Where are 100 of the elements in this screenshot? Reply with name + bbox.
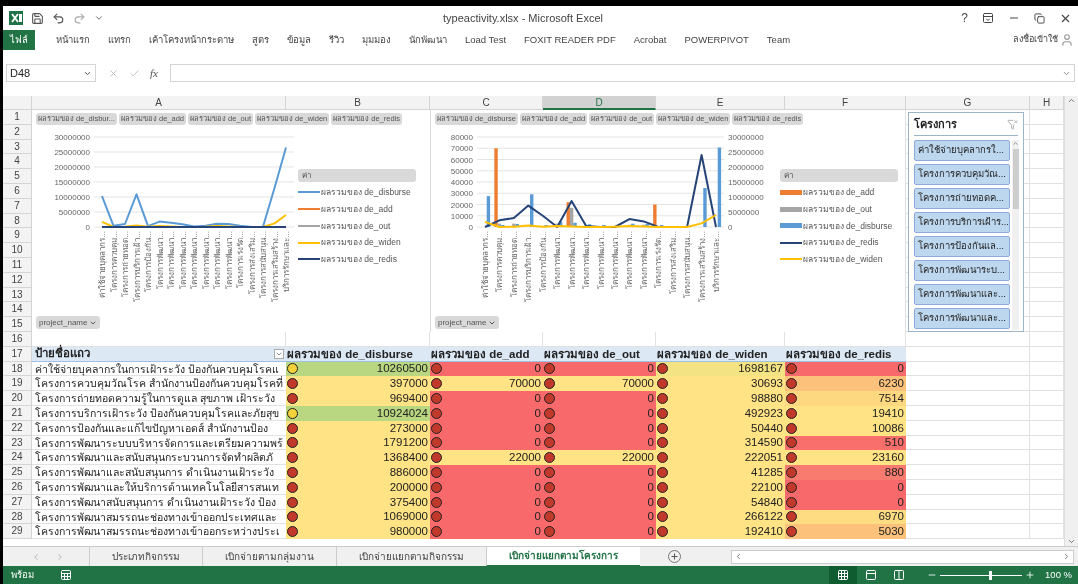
column-header-text: ผลรวมของ de_redis bbox=[785, 346, 906, 362]
column-header-text: ผลรวมของ de_out bbox=[543, 346, 656, 362]
window-title: typeactivity.xlsx - Microsoft Excel bbox=[443, 10, 603, 26]
category-label: โครงการพัฒนา... bbox=[639, 231, 649, 289]
cell-value: 7514 bbox=[878, 390, 904, 406]
cell-value: 10260500 bbox=[376, 361, 428, 377]
category-label: โครงการพัฒนา... bbox=[553, 231, 563, 289]
axis-tick-label: 15000000 bbox=[728, 178, 764, 187]
cell-value: 0 bbox=[647, 390, 654, 406]
cell-value: 0 bbox=[647, 435, 654, 451]
cell-value: 969400 bbox=[389, 390, 428, 406]
axis-tick-label: 80000 bbox=[450, 133, 473, 142]
cell-value: 0 bbox=[534, 479, 541, 495]
legend-label: ผลรวมของ de_redis bbox=[321, 253, 397, 266]
axis-tick-label: 0 bbox=[468, 223, 473, 232]
category-label: โครงการถ่ายทอด... bbox=[509, 231, 519, 297]
cell-value: 0 bbox=[647, 524, 654, 540]
axis-tick-label: 10000000 bbox=[54, 193, 90, 202]
column-header-text: ผลรวมของ de_widen bbox=[656, 346, 785, 362]
axis-tick-label: 20000 bbox=[450, 200, 473, 210]
category-label: โครงการถ่ายทอด... bbox=[121, 231, 130, 297]
category-label: โครงการพัฒนา... bbox=[213, 231, 222, 289]
category-label: โครงการพัฒนา... bbox=[567, 231, 577, 289]
cell-value: 397000 bbox=[389, 376, 428, 392]
legend-label: ผลรวมของ de_out bbox=[802, 202, 872, 216]
axis-tick-label: 5000000 bbox=[728, 208, 760, 217]
cell-value: 314590 bbox=[744, 435, 783, 451]
category-label: โครงการพัฒนา... bbox=[201, 231, 211, 289]
cell-value: 22000 bbox=[622, 450, 654, 466]
axis-tick-label: 10000000 bbox=[728, 193, 764, 202]
cell-value: 510 bbox=[884, 435, 904, 451]
axis-tick-label: 30000000 bbox=[728, 133, 764, 142]
cell-value: 0 bbox=[647, 361, 654, 377]
category-label: โครงการพัฒนา... bbox=[224, 231, 234, 289]
category-label: โครงการพัฒนา... bbox=[190, 231, 199, 289]
cell-value: 0 bbox=[647, 405, 654, 421]
category-label: ค่าใช้จ่ายบุคลากร... bbox=[481, 231, 490, 298]
cell-value: 10924024 bbox=[376, 405, 428, 421]
category-label: โครงการบริการเฝ้า... bbox=[132, 231, 142, 302]
legend-label: ผลรวมของ de_disburse bbox=[802, 219, 893, 233]
legend-label: ผลรวมของ de_widen bbox=[321, 236, 401, 249]
category-label: โครงการเสริมสร้าง... bbox=[270, 231, 280, 302]
cell-value: 22000 bbox=[509, 450, 541, 466]
category-label: โครงการเสริมสร้าง... bbox=[697, 231, 707, 302]
cell-value: 0 bbox=[647, 494, 654, 510]
cell-value: 0 bbox=[897, 494, 904, 510]
cell-value: 0 bbox=[534, 361, 541, 377]
cell-value: 0 bbox=[534, 420, 541, 436]
cell-value: 70000 bbox=[622, 376, 654, 392]
column-header-text: ผลรวมของ de_disburse bbox=[286, 346, 430, 362]
axis-tick-label: 60000 bbox=[450, 155, 473, 165]
category-label: โครงการพัฒนา... bbox=[155, 231, 165, 289]
axis-tick-label: 30000000 bbox=[54, 133, 90, 142]
category-label: โครงการสนับสนุน... bbox=[683, 231, 693, 298]
category-label: โครงการส่งเสริม... bbox=[247, 231, 257, 294]
category-label: โครงการบริการเฝ้า... bbox=[524, 231, 534, 302]
cell-value: 1069000 bbox=[383, 509, 428, 525]
cell-value: 200000 bbox=[389, 479, 428, 495]
axis-tick-label: 20000000 bbox=[728, 163, 764, 172]
category-label: โครงการส่งเสริม... bbox=[668, 231, 678, 294]
cell-value: 980000 bbox=[389, 524, 428, 540]
cell-value: 0 bbox=[647, 509, 654, 525]
cell-value: 1368400 bbox=[383, 450, 428, 466]
category-label: โครงการพัฒนา... bbox=[167, 231, 176, 289]
cell-value: 0 bbox=[647, 464, 654, 480]
cell-value: 0 bbox=[534, 435, 541, 451]
cell-value: 22100 bbox=[751, 479, 783, 495]
cell-value: 273000 bbox=[389, 420, 428, 436]
cell-value: 266122 bbox=[744, 509, 783, 525]
axis-tick-label: 70000 bbox=[450, 144, 473, 154]
axis-tick-label: 0 bbox=[85, 223, 90, 232]
category-label: โครงการเร่งรัด... bbox=[236, 231, 245, 288]
cell-value: 70000 bbox=[509, 376, 541, 392]
cell-value: 192410 bbox=[744, 524, 783, 540]
cell-value: 0 bbox=[534, 464, 541, 480]
cell-value: 6230 bbox=[878, 376, 904, 392]
axis-tick-label: 10000 bbox=[450, 211, 473, 221]
cell-value: 0 bbox=[647, 479, 654, 495]
cell-value: 10086 bbox=[872, 420, 904, 436]
category-label: โครงการเร่งรัด... bbox=[654, 231, 664, 288]
cell-value: 375400 bbox=[389, 494, 428, 510]
cell-value: 0 bbox=[897, 479, 904, 495]
axis-tick-label: 0 bbox=[728, 223, 733, 232]
cell-value: 886000 bbox=[389, 464, 428, 480]
category-label: โครงการป้องกัน... bbox=[144, 231, 153, 292]
header-text: ป้ายชื่อแถว bbox=[35, 345, 90, 363]
category-label: บริการรักษาและ... bbox=[282, 231, 291, 292]
category-label: โครงการสนับสนุน... bbox=[259, 231, 268, 298]
cell-value: 1698167 bbox=[738, 361, 783, 377]
cell-value: 0 bbox=[534, 524, 541, 540]
cell-value: 98880 bbox=[751, 390, 783, 406]
category-label: โครงการพัฒนา... bbox=[596, 231, 606, 289]
axis-tick-label: 50000 bbox=[450, 166, 473, 176]
legend-label: ผลรวมของ de_add bbox=[321, 202, 393, 216]
cell-value: 23160 bbox=[872, 450, 904, 466]
row-label-cell: โครงการพัฒนาสมรรถนะช่องทางเข้าออกระหว่างประเ bbox=[32, 524, 286, 540]
axis-tick-label: 5000000 bbox=[58, 208, 90, 217]
category-label: โครงการพัฒนา... bbox=[610, 231, 620, 289]
cell-value: 0 bbox=[534, 390, 541, 406]
row-label-cell: โครงการถ่ายทอดความรู้ในการดูแล สุขภาพ เฝ้าระวัง bbox=[32, 391, 286, 406]
